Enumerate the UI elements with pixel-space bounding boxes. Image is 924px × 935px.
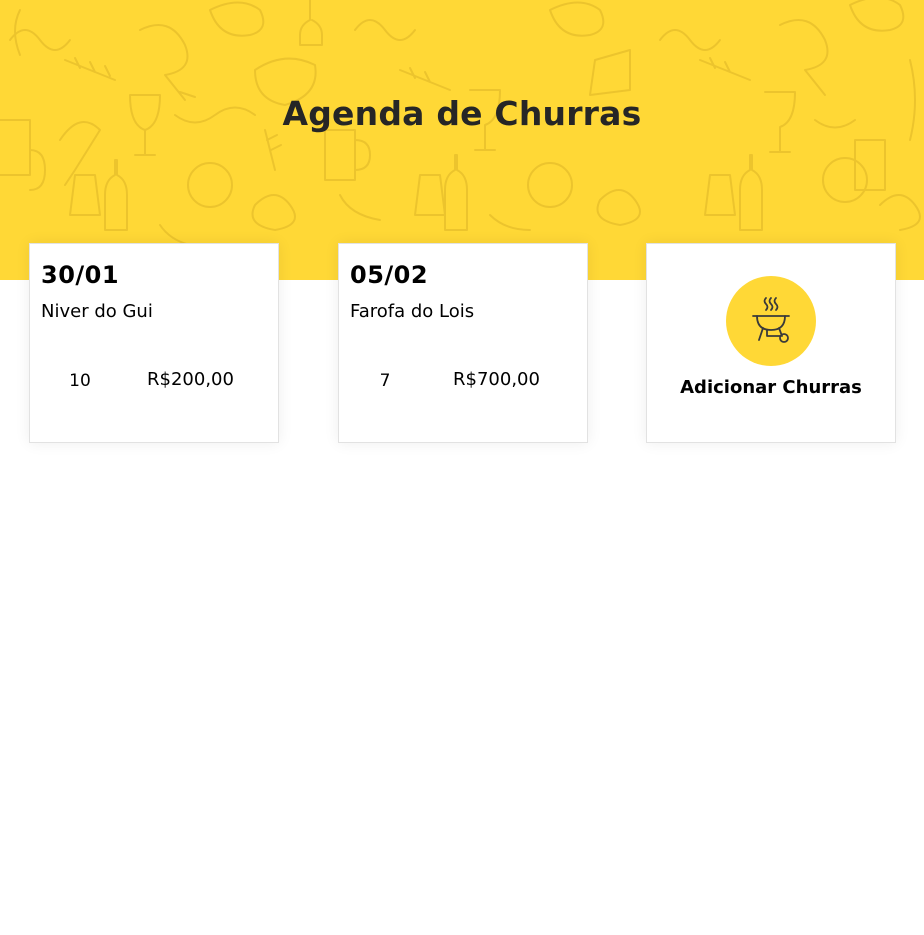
barbecue-grill-icon bbox=[726, 276, 816, 366]
event-date: 30/01 bbox=[41, 261, 120, 289]
event-people-count: 7 bbox=[379, 371, 391, 391]
header-banner: Agenda de Churras bbox=[0, 0, 924, 280]
event-total-amount: R$200,00 bbox=[147, 369, 234, 390]
event-total-amount: R$700,00 bbox=[453, 369, 540, 390]
event-title: Niver do Gui bbox=[41, 301, 153, 322]
event-card[interactable]: 05/02 Farofa do Lois 7 R$700,00 bbox=[338, 243, 588, 443]
event-title: Farofa do Lois bbox=[350, 301, 475, 322]
page-title: Agenda de Churras bbox=[282, 94, 642, 133]
event-date: 05/02 bbox=[350, 261, 429, 289]
add-event-label: Adicionar Churras bbox=[680, 377, 862, 398]
add-event-card[interactable]: Adicionar Churras bbox=[646, 243, 896, 443]
event-people-count: 10 bbox=[69, 371, 91, 391]
event-card[interactable]: 30/01 Niver do Gui 10 R$200,00 bbox=[29, 243, 279, 443]
barbecue-pattern-background bbox=[0, 0, 921, 246]
